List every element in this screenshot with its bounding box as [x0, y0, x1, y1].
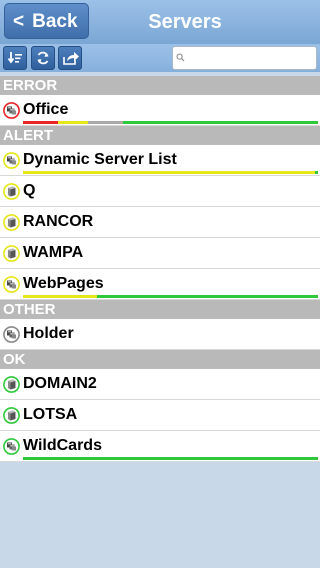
server-cluster-icon — [3, 438, 20, 455]
section-header-ok: OK — [0, 350, 320, 369]
status-bar-segment — [23, 295, 97, 298]
status-bar-segment — [87, 121, 124, 124]
server-cluster-icon — [3, 152, 20, 169]
server-row[interactable]: RANCOR — [0, 207, 320, 238]
status-bar-segment — [23, 171, 316, 174]
server-name: DOMAIN2 — [23, 375, 97, 392]
share-button[interactable] — [58, 46, 82, 70]
status-bar-segment — [315, 171, 318, 174]
server-icon — [3, 245, 20, 262]
search-icon — [176, 53, 185, 62]
section-header-error: ERROR — [0, 76, 320, 95]
status-bar — [23, 295, 318, 298]
sort-button[interactable] — [3, 46, 27, 70]
server-list: ERROR Office ALERT Dynamic Server List Q RANC… — [0, 76, 320, 462]
status-bar-segment — [96, 295, 318, 298]
server-icon — [3, 183, 20, 200]
server-cluster-icon — [3, 102, 20, 119]
server-row[interactable]: Holder — [0, 319, 320, 350]
back-label: Back — [32, 11, 78, 32]
status-bar — [23, 121, 318, 124]
status-bar — [23, 457, 318, 460]
server-row[interactable]: Office — [0, 95, 320, 126]
server-name: Q — [23, 182, 36, 199]
status-bar-segment — [23, 457, 318, 460]
server-cluster-icon — [3, 276, 20, 293]
server-name: Holder — [23, 325, 74, 342]
server-name: WAMPA — [23, 244, 84, 261]
back-button[interactable]: < Back — [4, 3, 89, 39]
server-row[interactable]: Dynamic Server List — [0, 145, 320, 176]
section-header-other: OTHER — [0, 300, 320, 319]
status-bar-segment — [23, 121, 59, 124]
server-row[interactable]: Q — [0, 176, 320, 207]
server-row[interactable]: WebPages — [0, 269, 320, 300]
sort-icon — [7, 52, 22, 64]
status-bar-segment — [123, 121, 318, 124]
server-name: RANCOR — [23, 213, 94, 230]
status-bar-segment — [58, 121, 88, 124]
server-row[interactable]: DOMAIN2 — [0, 369, 320, 400]
share-icon — [63, 52, 79, 65]
page-title: Servers — [148, 11, 222, 33]
refresh-icon — [37, 51, 49, 65]
server-cluster-icon — [3, 326, 20, 343]
search-input[interactable] — [187, 49, 312, 67]
server-row[interactable]: WAMPA — [0, 238, 320, 269]
server-row[interactable]: WildCards — [0, 431, 320, 462]
search-field[interactable] — [172, 46, 317, 70]
server-icon — [3, 214, 20, 231]
server-icon — [3, 407, 20, 424]
navigation-bar: < Back Servers — [0, 0, 320, 45]
refresh-button[interactable] — [31, 46, 55, 70]
section-header-alert: ALERT — [0, 126, 320, 145]
back-chevron-icon: < — [13, 11, 25, 32]
server-name: LOTSA — [23, 406, 78, 423]
server-row[interactable]: LOTSA — [0, 400, 320, 431]
status-bar — [23, 171, 318, 174]
server-icon — [3, 376, 20, 393]
toolbar — [0, 44, 320, 72]
